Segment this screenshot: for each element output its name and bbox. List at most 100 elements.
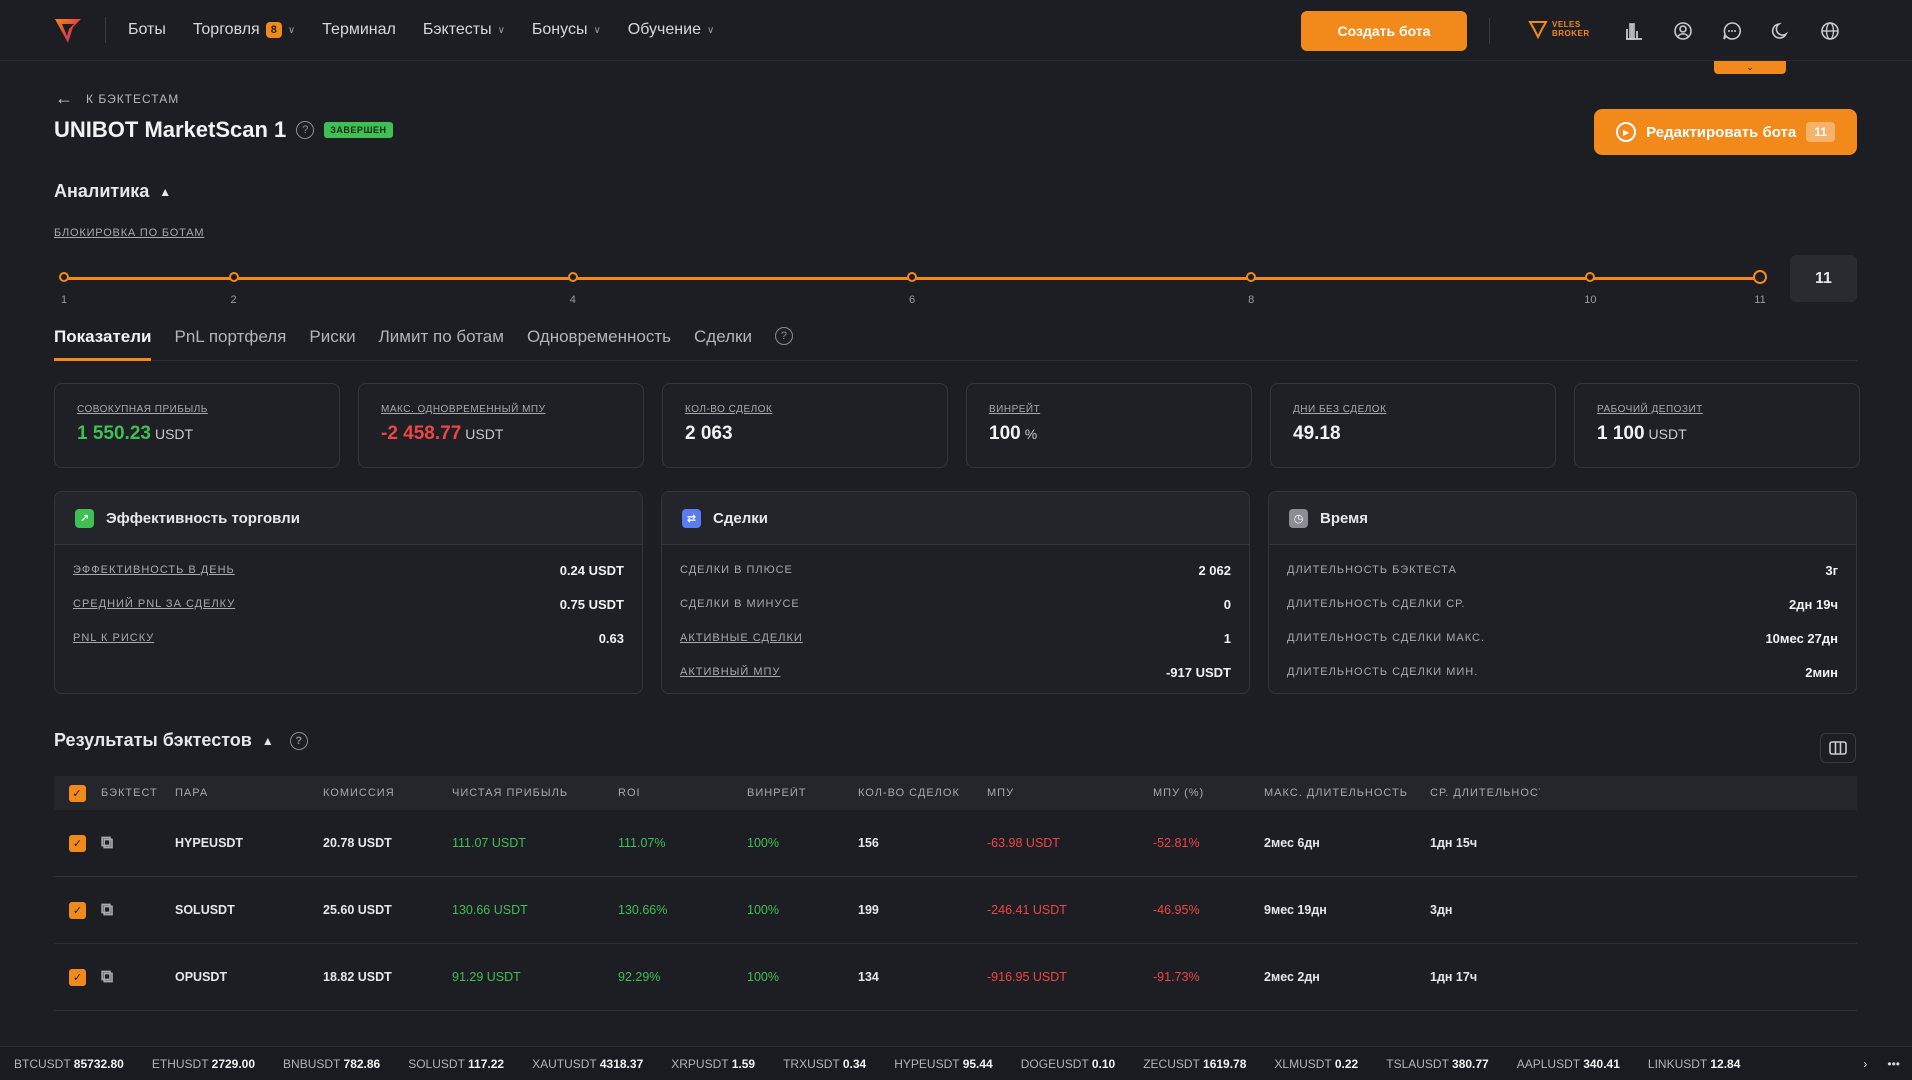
select-all-checkbox[interactable]: ✓: [69, 784, 86, 802]
nav-item-1[interactable]: Торговля 8 ∨: [193, 21, 295, 39]
ticker-item[interactable]: TSLAUSDT 380.77: [1372, 1057, 1503, 1071]
stat-label[interactable]: ДНИ БЕЗ СДЕЛОК: [1293, 404, 1533, 415]
ticker-symbol: XAUTUSDT: [532, 1056, 600, 1071]
column-header[interactable]: МАКС. ДЛИТЕЛЬНОСТЬ: [1264, 787, 1430, 799]
ticker-item[interactable]: ETHUSDT 2729.00: [138, 1057, 269, 1071]
cell-mpu-pct: -91.73%: [1153, 970, 1200, 984]
results-toggle[interactable]: Результаты бэктестов ▲ ?: [54, 730, 308, 751]
columns-settings-button[interactable]: [1820, 733, 1856, 763]
nav-item-0[interactable]: Боты: [128, 21, 166, 39]
tab-0[interactable]: Показатели: [54, 324, 152, 361]
cell-fee: 25.60 USDT: [323, 903, 392, 917]
panel-row: СДЕЛКИ В ПЛЮСЕ 2 062: [680, 553, 1231, 587]
ticker-item[interactable]: XAUTUSDT 4318.37: [518, 1057, 657, 1071]
nav-item-2[interactable]: Терминал: [322, 21, 396, 39]
chevron-down-icon[interactable]: ⌄: [1714, 61, 1786, 74]
panel-row-label[interactable]: PNL К РИСКУ: [73, 632, 154, 644]
panel-row-label[interactable]: АКТИВНЫЙ МПУ: [680, 666, 780, 678]
column-header[interactable]: МПУ (%): [1153, 787, 1264, 799]
tab-4[interactable]: Одновременность: [527, 324, 671, 360]
chat-icon[interactable]: [1718, 17, 1745, 44]
slider-step-dot[interactable]: [1246, 272, 1257, 282]
panel-row: ЭФФЕКТИВНОСТЬ В ДЕНЬ 0.24 USDT: [73, 553, 624, 587]
create-bot-button[interactable]: Создать бота: [1301, 11, 1467, 51]
panel-row-label[interactable]: ЭФФЕКТИВНОСТЬ В ДЕНЬ: [73, 564, 235, 576]
tab-3[interactable]: Лимит по ботам: [379, 324, 504, 360]
help-icon[interactable]: ?: [289, 731, 308, 750]
ticker-item[interactable]: SOLUSDT 117.22: [394, 1057, 518, 1071]
ticker-item[interactable]: XRPUSDT 1.59: [657, 1057, 769, 1071]
ticker-item[interactable]: BTCUSDT 85732.80: [0, 1057, 138, 1071]
tab-2[interactable]: Риски: [309, 324, 355, 360]
slider-step-dot[interactable]: [567, 272, 578, 282]
edit-bot-button[interactable]: ▶ Редактировать бота 11: [1594, 109, 1857, 155]
nav-item-5[interactable]: Обучение ∨: [628, 21, 715, 39]
panel-row: ДЛИТЕЛЬНОСТЬ СДЕЛКИ МИН. 2мин: [1287, 655, 1838, 689]
ticker-item[interactable]: AAPLUSDT 340.41: [1503, 1057, 1634, 1071]
more-icon[interactable]: •••: [1887, 1057, 1900, 1071]
column-header[interactable]: ROI: [618, 787, 747, 799]
stat-label[interactable]: СОВОКУПНАЯ ПРИБЫЛЬ: [77, 404, 317, 415]
slider-step-dot[interactable]: [907, 272, 917, 282]
column-header[interactable]: ПАРА: [175, 787, 323, 799]
help-icon[interactable]: ?: [296, 121, 315, 139]
slider-value-box[interactable]: 11: [1790, 255, 1857, 302]
ticker-controls: › •••: [1863, 1047, 1912, 1080]
column-header[interactable]: СР. ДЛИТЕЛЬНОСТЬ: [1430, 787, 1540, 799]
bot-blocking-link[interactable]: БЛОКИРОВКА ПО БОТАМ: [54, 227, 204, 239]
external-link-icon[interactable]: ⧉: [101, 833, 113, 852]
panel-deals: ⇄ Сделки СДЕЛКИ В ПЛЮСЕ 2 062 СДЕЛКИ В МИНУС…: [661, 491, 1250, 694]
row-checkbox[interactable]: ✓: [69, 834, 86, 852]
help-icon[interactable]: ?: [774, 327, 793, 345]
ticker-item[interactable]: TRXUSDT 0.34: [769, 1057, 880, 1071]
slider-handle[interactable]: [1753, 270, 1767, 284]
column-header[interactable]: КОМИССИЯ: [323, 787, 452, 799]
column-header[interactable]: МПУ: [987, 787, 1153, 799]
stat-card: КОЛ-ВО СДЕЛОК 2 063: [662, 383, 948, 468]
back-to-backtests-link[interactable]: ← К БЭКТЕСТАМ: [55, 88, 179, 109]
stat-label[interactable]: МАКС. ОДНОВРЕМЕННЫЙ МПУ: [381, 404, 621, 415]
slider-step-dot[interactable]: [59, 272, 69, 282]
tab-5[interactable]: Сделки: [694, 324, 752, 360]
slider-step-dot[interactable]: [228, 272, 239, 282]
row-checkbox[interactable]: ✓: [69, 901, 86, 919]
column-header[interactable]: ЧИСТАЯ ПРИБЫЛЬ: [452, 787, 618, 799]
chart-bars-icon[interactable]: [1620, 17, 1647, 44]
panel-row: PNL К РИСКУ 0.63: [73, 621, 624, 655]
user-circle-icon[interactable]: [1669, 17, 1696, 44]
chevron-right-icon[interactable]: ›: [1863, 1057, 1867, 1071]
external-link-icon[interactable]: ⧉: [101, 967, 113, 986]
panel-title: Эффективность торговли: [106, 509, 300, 527]
globe-icon[interactable]: [1816, 17, 1843, 44]
veles-broker-link[interactable]: VELES BROKER: [1528, 19, 1590, 39]
slider-step-dot[interactable]: [1585, 272, 1596, 282]
external-link-icon[interactable]: ⧉: [101, 900, 113, 919]
cell-deals: 134: [858, 970, 879, 984]
ticker-item[interactable]: DOGEUSDT 0.10: [1007, 1057, 1129, 1071]
ticker-item[interactable]: ZECUSDT 1619.78: [1129, 1057, 1260, 1071]
nav-item-4[interactable]: Бонусы ∨: [532, 21, 601, 39]
veles-logo[interactable]: [53, 15, 83, 45]
moon-icon[interactable]: [1767, 17, 1794, 44]
column-header[interactable]: КОЛ-ВО СДЕЛОК: [858, 787, 987, 799]
ticker-symbol: BNBUSDT: [283, 1056, 344, 1071]
row-checkbox[interactable]: ✓: [69, 968, 86, 986]
ticker-item[interactable]: HYPEUSDT 95.44: [880, 1057, 1007, 1071]
ticker-item[interactable]: LINKUSDT 12.84: [1634, 1057, 1755, 1071]
column-header[interactable]: ВИНРЕЙТ: [747, 787, 858, 799]
table-row[interactable]: ✓ ⧉ SOLUSDT 25.60 USDT 130.66 USDT 130.66% 100…: [54, 877, 1857, 944]
analytics-toggle[interactable]: Аналитика ▲: [54, 181, 171, 202]
stat-label[interactable]: ВИНРЕЙТ: [989, 404, 1229, 415]
column-header[interactable]: БЭКТЕСТ: [101, 787, 175, 799]
tab-1[interactable]: PnL портфеля: [174, 324, 286, 360]
ticker-item[interactable]: BNBUSDT 782.86: [269, 1057, 394, 1071]
table-row[interactable]: ✓ ⧉ OPUSDT 18.82 USDT 91.29 USDT 92.29% 100% 13…: [54, 944, 1857, 1011]
ticker-item[interactable]: XLMUSDT 0.22: [1260, 1057, 1372, 1071]
panel-row-label[interactable]: СРЕДНИЙ PNL ЗА СДЕЛКУ: [73, 598, 235, 610]
deals-panel-icon: ⇄: [682, 508, 701, 528]
table-row[interactable]: ✓ ⧉ HYPEUSDT 20.78 USDT 111.07 USDT 111.07% 10…: [54, 810, 1857, 877]
stat-label[interactable]: КОЛ-ВО СДЕЛОК: [685, 404, 925, 415]
nav-item-3[interactable]: Бэктесты ∨: [423, 21, 505, 39]
stat-label[interactable]: РАБОЧИЙ ДЕПОЗИТ: [1597, 404, 1837, 415]
panel-row-label[interactable]: АКТИВНЫЕ СДЕЛКИ: [680, 632, 803, 644]
